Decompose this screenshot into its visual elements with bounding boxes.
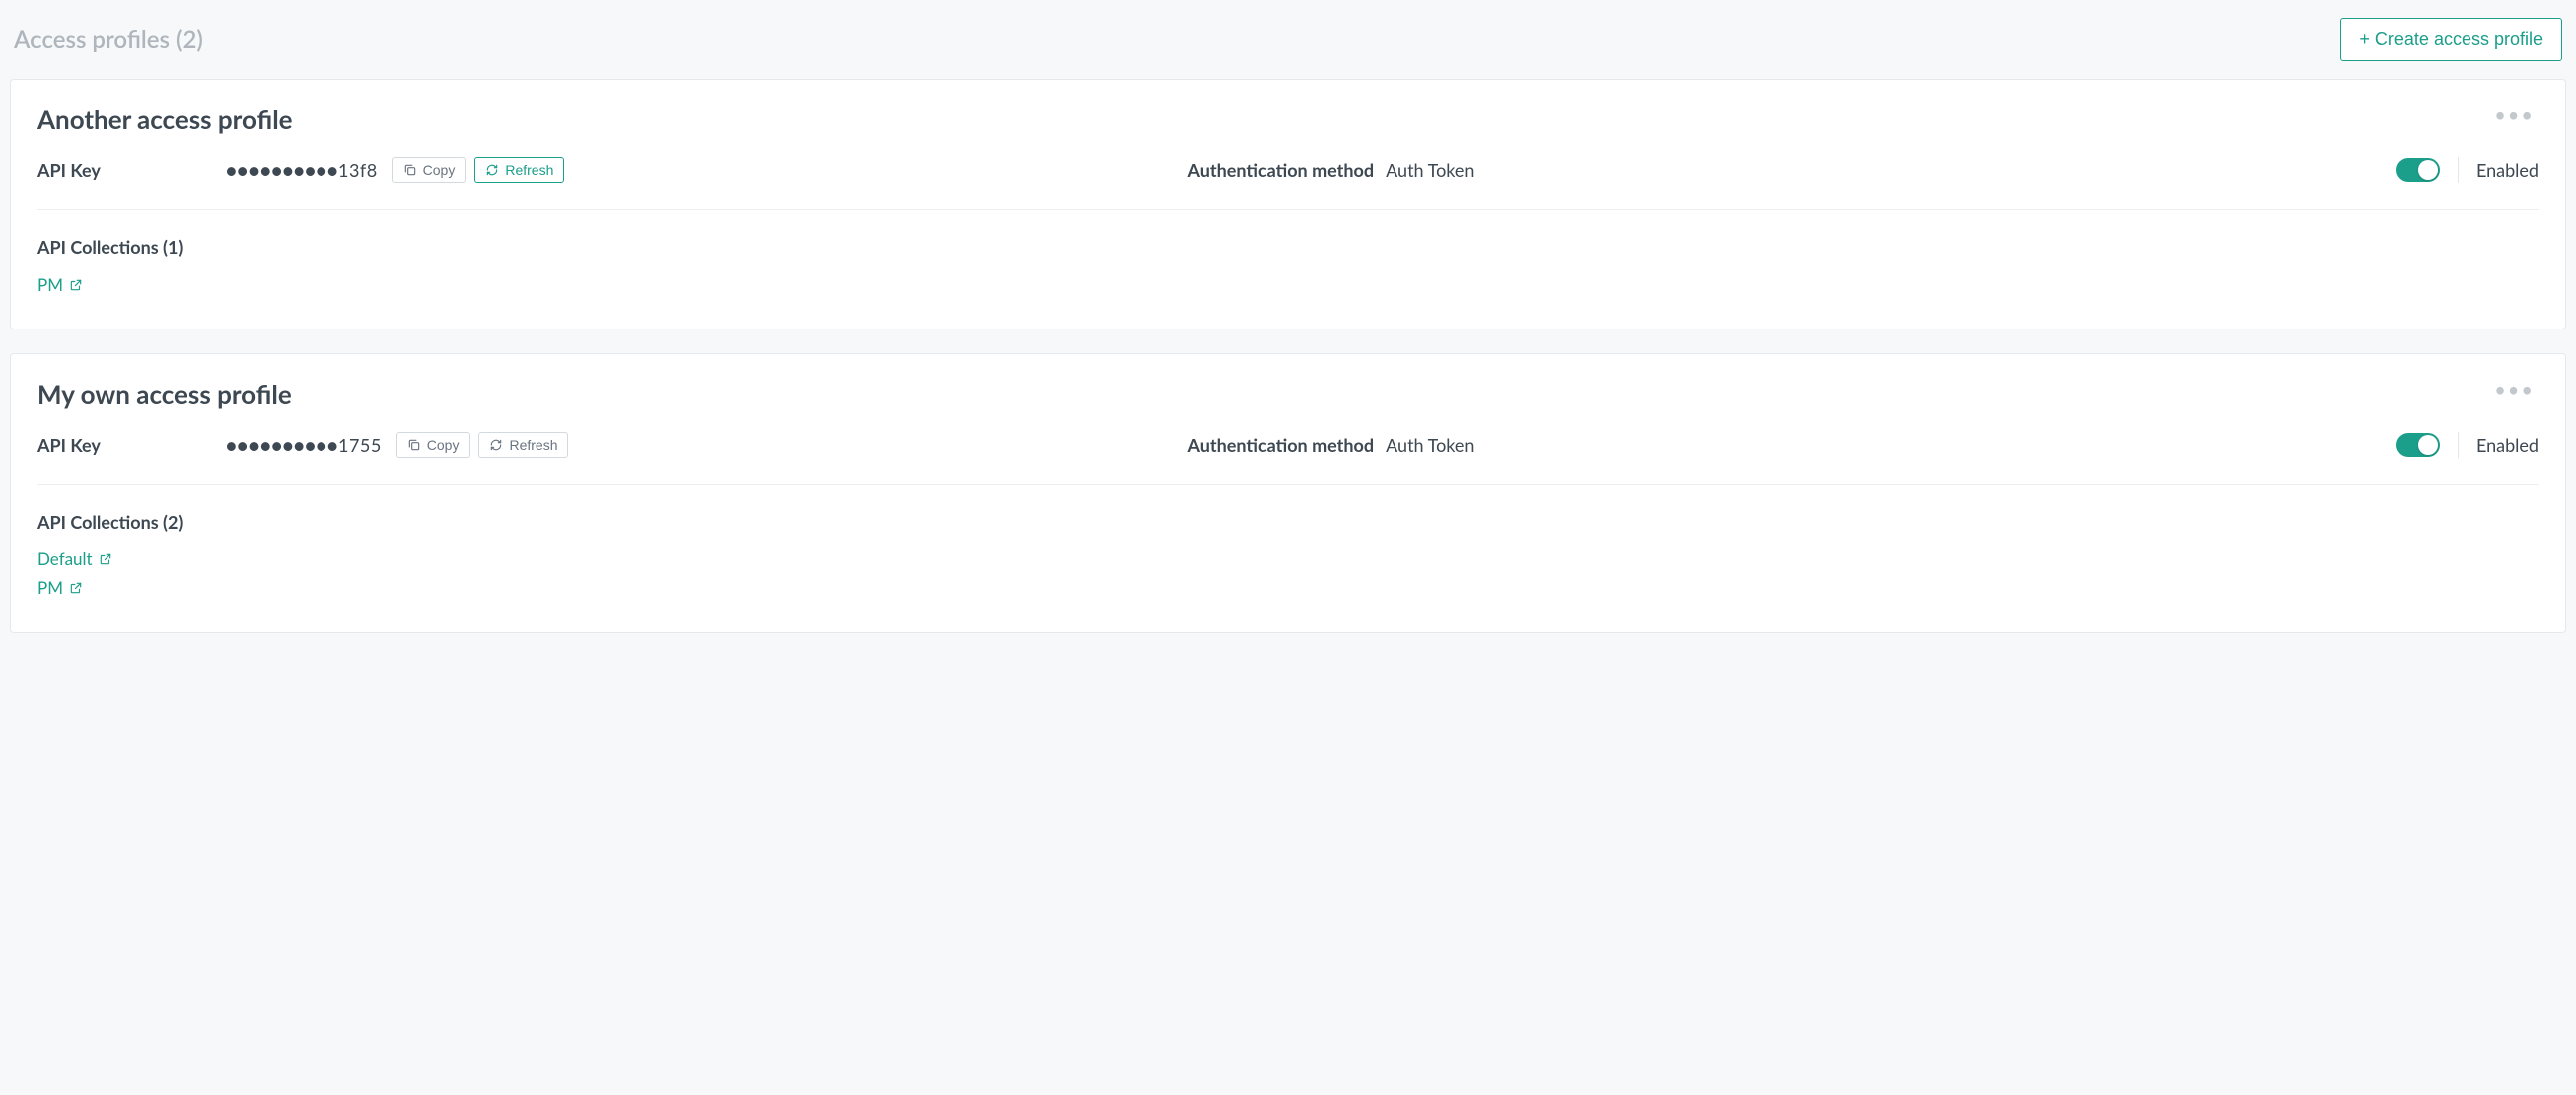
copy-icon <box>407 438 421 452</box>
page-title: Access profiles (2) <box>14 25 203 54</box>
collection-name: PM <box>37 577 63 598</box>
refresh-icon <box>485 163 499 177</box>
external-link-icon <box>99 552 112 566</box>
enabled-label: Enabled <box>2476 159 2539 181</box>
api-key-label: API Key <box>37 159 226 181</box>
api-key-value: ●●●●●●●●●●1755 <box>226 434 382 456</box>
profile-title: Another access profile <box>37 104 293 135</box>
external-link-icon <box>69 581 83 595</box>
api-collections-title: API Collections (2) <box>37 511 2539 533</box>
refresh-label: Refresh <box>505 162 553 178</box>
access-profile-card: Another access profile ••• API Key●●●●●●●●… <box>10 79 2566 329</box>
access-profile-card: My own access profile ••• API Key●●●●●●●●●… <box>10 353 2566 633</box>
refresh-icon <box>489 438 503 452</box>
more-options-icon[interactable]: ••• <box>2490 378 2539 402</box>
enabled-label: Enabled <box>2476 434 2539 456</box>
more-options-icon[interactable]: ••• <box>2490 104 2539 127</box>
divider <box>2458 432 2459 458</box>
copy-label: Copy <box>427 437 460 453</box>
copy-button[interactable]: Copy <box>396 432 471 458</box>
collection-link[interactable]: PM <box>37 577 83 598</box>
copy-icon <box>403 163 417 177</box>
auth-method-value: Auth Token <box>1386 159 1474 181</box>
auth-method-label: Authentication method <box>1187 434 1374 456</box>
collection-name: Default <box>37 548 93 569</box>
create-access-profile-button[interactable]: + Create access profile <box>2340 18 2562 61</box>
auth-method-value: Auth Token <box>1386 434 1474 456</box>
enabled-toggle[interactable] <box>2396 433 2440 457</box>
refresh-button[interactable]: Refresh <box>478 432 568 458</box>
api-key-value: ●●●●●●●●●●13f8 <box>226 159 378 181</box>
refresh-label: Refresh <box>509 437 557 453</box>
external-link-icon <box>69 278 83 292</box>
enabled-toggle[interactable] <box>2396 158 2440 182</box>
profile-title: My own access profile <box>37 378 292 410</box>
copy-label: Copy <box>423 162 456 178</box>
api-key-label: API Key <box>37 434 226 456</box>
auth-method-label: Authentication method <box>1187 159 1374 181</box>
collection-name: PM <box>37 274 63 295</box>
refresh-button[interactable]: Refresh <box>474 157 564 183</box>
collection-link[interactable]: Default <box>37 548 112 569</box>
divider <box>2458 157 2459 183</box>
api-collections-title: API Collections (1) <box>37 236 2539 258</box>
copy-button[interactable]: Copy <box>392 157 467 183</box>
collection-link[interactable]: PM <box>37 274 83 295</box>
